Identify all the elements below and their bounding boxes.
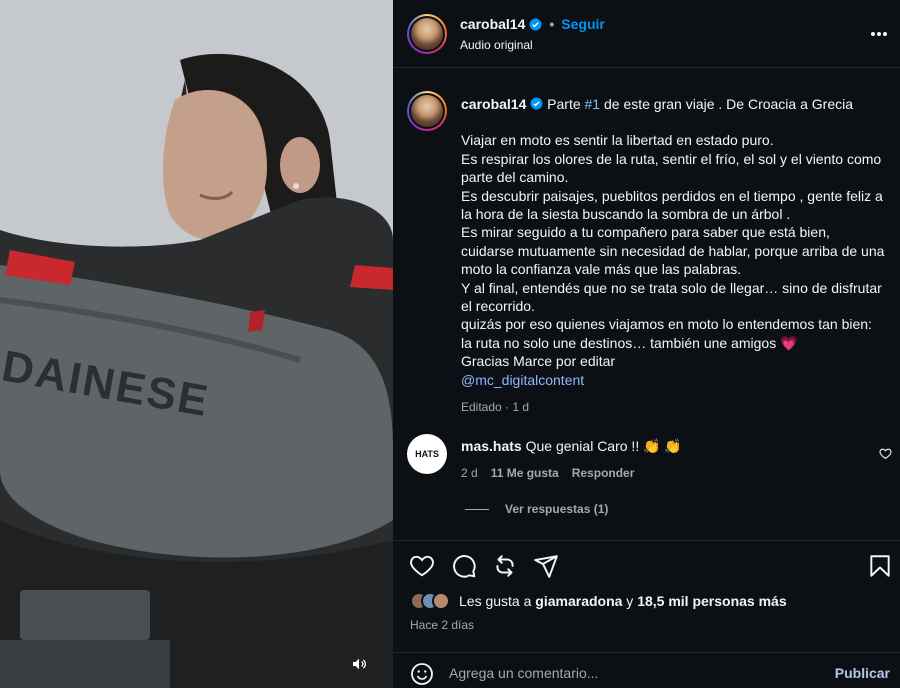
comment-item: mas.hats Que genial Caro !! 👏 👏 [461, 438, 682, 455]
view-replies-button[interactable]: Ver respuestas (1) [465, 502, 608, 516]
comment-likes[interactable]: 11 Me gusta [491, 466, 559, 480]
bookmark-icon [870, 555, 890, 577]
header-user-line: carobal14 • Seguir [460, 16, 605, 32]
post-time[interactable]: Hace 2 días [410, 618, 474, 632]
comment-username[interactable]: mas.hats [461, 438, 522, 454]
post-header: carobal14 • Seguir Audio original [393, 0, 900, 68]
caption-line: Es descubrir paisajes, pueblitos perdido… [461, 187, 883, 223]
send-icon [534, 555, 558, 578]
post-caption: carobal14 Parte #1 de este gran viaje . … [461, 95, 886, 389]
post-modal: DAINESE carobal14 • Seguir Audio origina… [0, 0, 900, 688]
likes-user[interactable]: giamaradona [535, 593, 622, 609]
caption-line: Es mirar seguido a tu compañero para sab… [461, 224, 885, 278]
share-button[interactable] [533, 553, 559, 579]
caption-line: la ruta no solo une destinos… también un… [461, 334, 798, 351]
likes-count[interactable]: 18,5 mil personas más [637, 593, 786, 609]
author-avatar[interactable] [407, 14, 447, 54]
replies-line [465, 508, 489, 510]
liker-avatars [410, 592, 450, 610]
comment-text: Que genial Caro !! 👏 👏 [525, 438, 682, 454]
verified-icon [530, 97, 543, 110]
repost-button[interactable] [492, 553, 518, 579]
verified-icon [529, 18, 542, 30]
follow-button[interactable]: Seguir [561, 16, 605, 32]
caption-line: Gracias Marce por editar [461, 353, 616, 370]
caption-first-post: de este gran viaje . De Croacia a Grecia [600, 96, 853, 112]
media-illustration: DAINESE [0, 0, 393, 688]
comment-input[interactable] [449, 661, 819, 685]
repost-icon [496, 555, 514, 577]
mention-link[interactable]: @mc_digitalcontent [461, 371, 886, 389]
edited-label: Editado · 1 d [461, 400, 530, 414]
actions-divider [393, 540, 900, 541]
comment-box: Publicar [393, 652, 900, 688]
caption-first-pre: Parte [547, 96, 585, 112]
caption-username[interactable]: carobal14 [461, 96, 526, 112]
header-username[interactable]: carobal14 [460, 16, 525, 32]
liker-avatar [432, 592, 450, 610]
speaker-icon [353, 658, 367, 670]
caption-line: quizás por eso quienes viajamos en moto … [461, 316, 872, 333]
heart-icon [879, 448, 892, 460]
reply-button[interactable]: Responder [572, 466, 635, 480]
comment-like-button[interactable] [879, 447, 892, 465]
view-replies-label: Ver respuestas (1) [505, 502, 609, 516]
more-icon [871, 32, 887, 36]
likes-and: y [622, 593, 638, 609]
mute-button[interactable] [351, 656, 375, 680]
more-options-button[interactable] [870, 24, 888, 42]
comment-meta: 2 d 11 Me gusta Responder [461, 466, 634, 480]
emoji-button[interactable] [410, 662, 434, 688]
header-separator: • [549, 16, 555, 32]
heart-icon [410, 555, 434, 577]
like-button[interactable] [409, 553, 435, 579]
commenter-avatar-text: HATS [415, 449, 439, 459]
likes-prefix: Les gusta a [459, 593, 536, 609]
comment-age: 2 d [461, 466, 478, 480]
audio-link[interactable]: Audio original [460, 38, 533, 52]
caption-line: Es respirar los olores de la ruta, senti… [461, 150, 882, 186]
likes-summary: Les gusta a giamaradona y 18,5 mil perso… [410, 592, 787, 610]
emoji-icon [411, 663, 433, 685]
publish-button[interactable]: Publicar [835, 665, 890, 681]
post-media[interactable]: DAINESE [0, 0, 393, 688]
commenter-avatar[interactable]: HATS [407, 434, 447, 474]
hashtag-link[interactable]: #1 [585, 96, 601, 112]
save-button[interactable] [867, 553, 893, 579]
post-side-panel: carobal14 • Seguir Audio original caroba… [393, 0, 900, 688]
comment-icon [453, 555, 476, 578]
comment-button[interactable] [451, 553, 477, 579]
caption-line: Y al final, entendés que no se trata sol… [461, 279, 882, 315]
caption-line: Viajar en moto es sentir la libertad en … [461, 132, 774, 149]
caption-author-avatar[interactable] [407, 91, 447, 131]
